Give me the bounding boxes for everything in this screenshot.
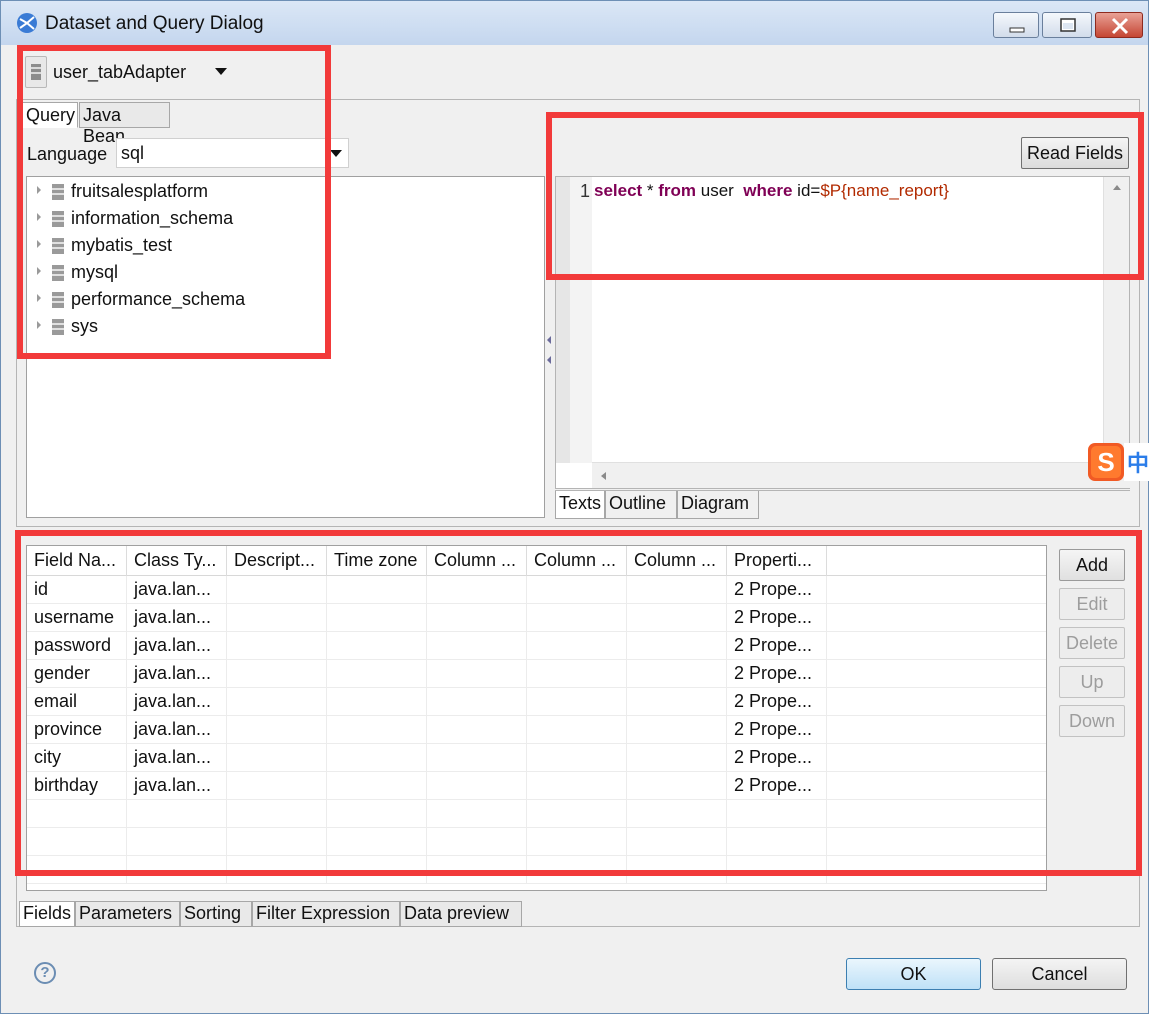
ime-language-char: 中 [1127,452,1149,477]
highlight-box-fields [15,530,1142,876]
help-icon[interactable]: ? [34,962,56,984]
close-icon [1111,17,1129,35]
editor-tab-bar: Texts Outline Diagram [555,490,1130,519]
tab-outline[interactable]: Outline [605,491,677,519]
title-bar: Dataset and Query Dialog [1,1,1148,45]
horizontal-scrollbar[interactable] [592,462,1130,488]
window-title: Dataset and Query Dialog [45,13,264,34]
maximize-button[interactable] [1042,12,1092,38]
cancel-button[interactable]: Cancel [992,958,1127,990]
minimize-button[interactable] [993,12,1039,38]
minimize-icon [1009,27,1025,33]
chevron-down-icon [330,150,342,157]
scroll-left-icon[interactable] [592,463,616,489]
tab-fields[interactable]: Fields [19,901,75,927]
tab-parameters[interactable]: Parameters [75,901,180,927]
splitter-handle[interactable] [546,330,552,370]
app-icon [17,13,37,33]
close-button[interactable] [1095,12,1143,38]
tab-texts[interactable]: Texts [555,491,605,519]
tab-sorting[interactable]: Sorting [180,901,252,927]
tab-data-preview[interactable]: Data preview [400,901,522,927]
ime-indicator[interactable]: S 中 [1086,441,1149,483]
highlight-box-query [546,112,1144,280]
ime-logo-letter: S [1097,447,1114,477]
highlight-box-dataset [17,45,331,359]
maximize-icon [1060,18,1076,32]
tab-diagram[interactable]: Diagram [677,491,759,519]
tab-filter-expression[interactable]: Filter Expression [252,901,400,927]
ok-button[interactable]: OK [846,958,981,990]
